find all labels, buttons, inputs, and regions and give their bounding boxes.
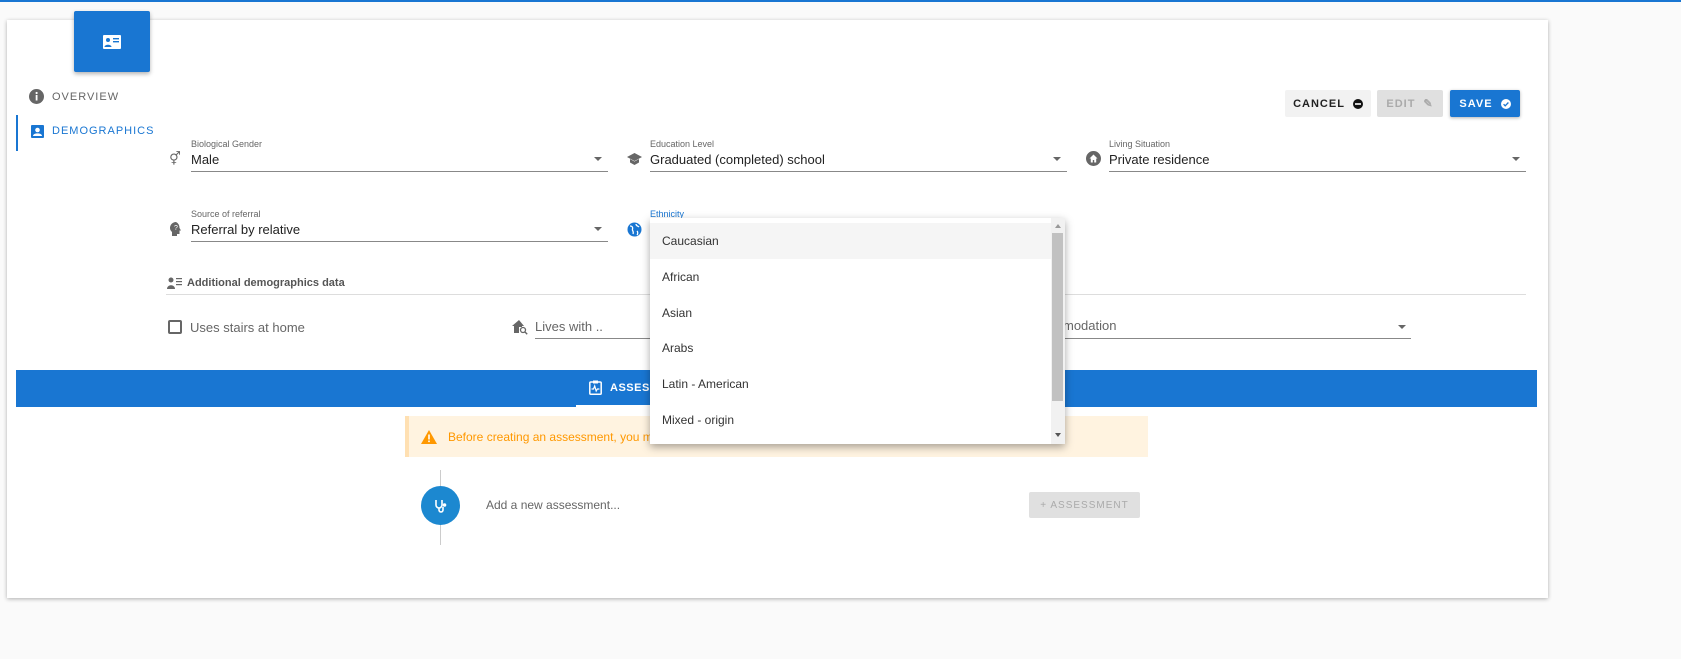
globe-icon xyxy=(627,222,642,237)
chevron-down-icon xyxy=(1512,157,1520,161)
chevron-down-icon xyxy=(594,157,602,161)
field-value: Private residence xyxy=(1109,152,1210,167)
biological-gender-select[interactable]: Biological Gender Male xyxy=(191,139,608,172)
accommodation-placeholder: modation xyxy=(1063,318,1117,333)
sidebar-item-label: DEMOGRAPHICS xyxy=(52,125,155,137)
info-icon xyxy=(29,89,44,104)
dropdown-scrollbar[interactable] xyxy=(1051,218,1065,444)
field-value: Graduated (completed) school xyxy=(650,152,825,167)
edit-label: EDIT xyxy=(1386,97,1416,110)
sidebar-item-label: OVERVIEW xyxy=(52,90,120,103)
person-list-icon xyxy=(167,277,182,289)
chevron-down-icon xyxy=(1398,325,1406,329)
field-value: Male xyxy=(191,152,220,167)
field-label: Education Level xyxy=(650,139,715,149)
stairs-checkbox-label: Uses stairs at home xyxy=(190,320,305,335)
pencil-icon: ✎ xyxy=(1423,98,1434,110)
dropdown-option-arabs[interactable]: Arabs xyxy=(650,330,1051,366)
dropdown-option-asian[interactable]: Asian xyxy=(650,295,1051,331)
dropdown-option-latin-american[interactable]: Latin - American xyxy=(650,366,1051,402)
dropdown-option-african[interactable]: African xyxy=(650,259,1051,295)
cancel-label: CANCEL xyxy=(1293,97,1345,110)
field-label: Source of referral xyxy=(191,209,261,219)
scrollbar-thumb[interactable] xyxy=(1052,233,1063,401)
svg-text:?: ? xyxy=(174,225,178,232)
stethoscope-icon xyxy=(434,499,446,513)
lives-with-placeholder: Lives with .. xyxy=(535,319,603,334)
school-icon xyxy=(627,153,642,165)
field-value: Referral by relative xyxy=(191,222,301,237)
living-situation-select[interactable]: Living Situation Private residence xyxy=(1109,139,1526,172)
save-button[interactable]: SAVE xyxy=(1450,90,1520,117)
save-label: SAVE xyxy=(1459,97,1493,110)
card-header-badge xyxy=(74,11,150,72)
ethnicity-dropdown-menu: Caucasian African Asian Arabs Latin - Am… xyxy=(650,218,1065,444)
edit-button[interactable]: EDIT ✎ xyxy=(1377,90,1443,117)
top-accent-line xyxy=(0,0,1681,2)
dropdown-option-mixed-origin[interactable]: Mixed - origin xyxy=(650,402,1051,438)
help-head-icon: ? xyxy=(170,222,181,236)
field-label: Living Situation xyxy=(1109,139,1171,149)
warning-text: Before creating an assessment, you m xyxy=(448,429,653,444)
chevron-down-icon xyxy=(1053,157,1061,161)
clipboard-pulse-icon xyxy=(589,380,602,395)
stethoscope-badge xyxy=(421,486,460,525)
source-of-referral-select[interactable]: Source of referral Referral by relative xyxy=(191,209,608,242)
home-icon xyxy=(1086,151,1101,166)
field-label: Biological Gender xyxy=(191,139,263,149)
scroll-up-icon[interactable] xyxy=(1055,224,1061,228)
education-level-select[interactable]: Education Level Graduated (completed) sc… xyxy=(650,139,1067,172)
contact-card-icon xyxy=(103,34,121,49)
warning-icon xyxy=(421,429,437,444)
chevron-down-icon xyxy=(594,227,602,231)
add-assessment-button[interactable]: + ASSESSMENT xyxy=(1029,492,1140,518)
minus-circle-icon xyxy=(1352,98,1363,109)
sidebar-item-demographics[interactable]: DEMOGRAPHICS xyxy=(16,115,154,151)
scroll-down-icon[interactable] xyxy=(1055,433,1061,437)
section-title: Additional demographics data xyxy=(187,277,345,289)
stairs-checkbox[interactable] xyxy=(168,320,182,334)
account-box-icon xyxy=(31,125,44,138)
gender-icon: ⚥ xyxy=(169,151,181,166)
dropdown-option-caucasian[interactable]: Caucasian xyxy=(650,223,1051,259)
cancel-button[interactable]: CANCEL xyxy=(1285,90,1371,117)
new-assessment-input[interactable]: Add a new assessment... xyxy=(486,498,620,512)
check-circle-icon xyxy=(1500,98,1511,109)
sidebar-item-overview[interactable]: OVERVIEW xyxy=(29,88,119,105)
home-search-icon xyxy=(512,320,528,335)
